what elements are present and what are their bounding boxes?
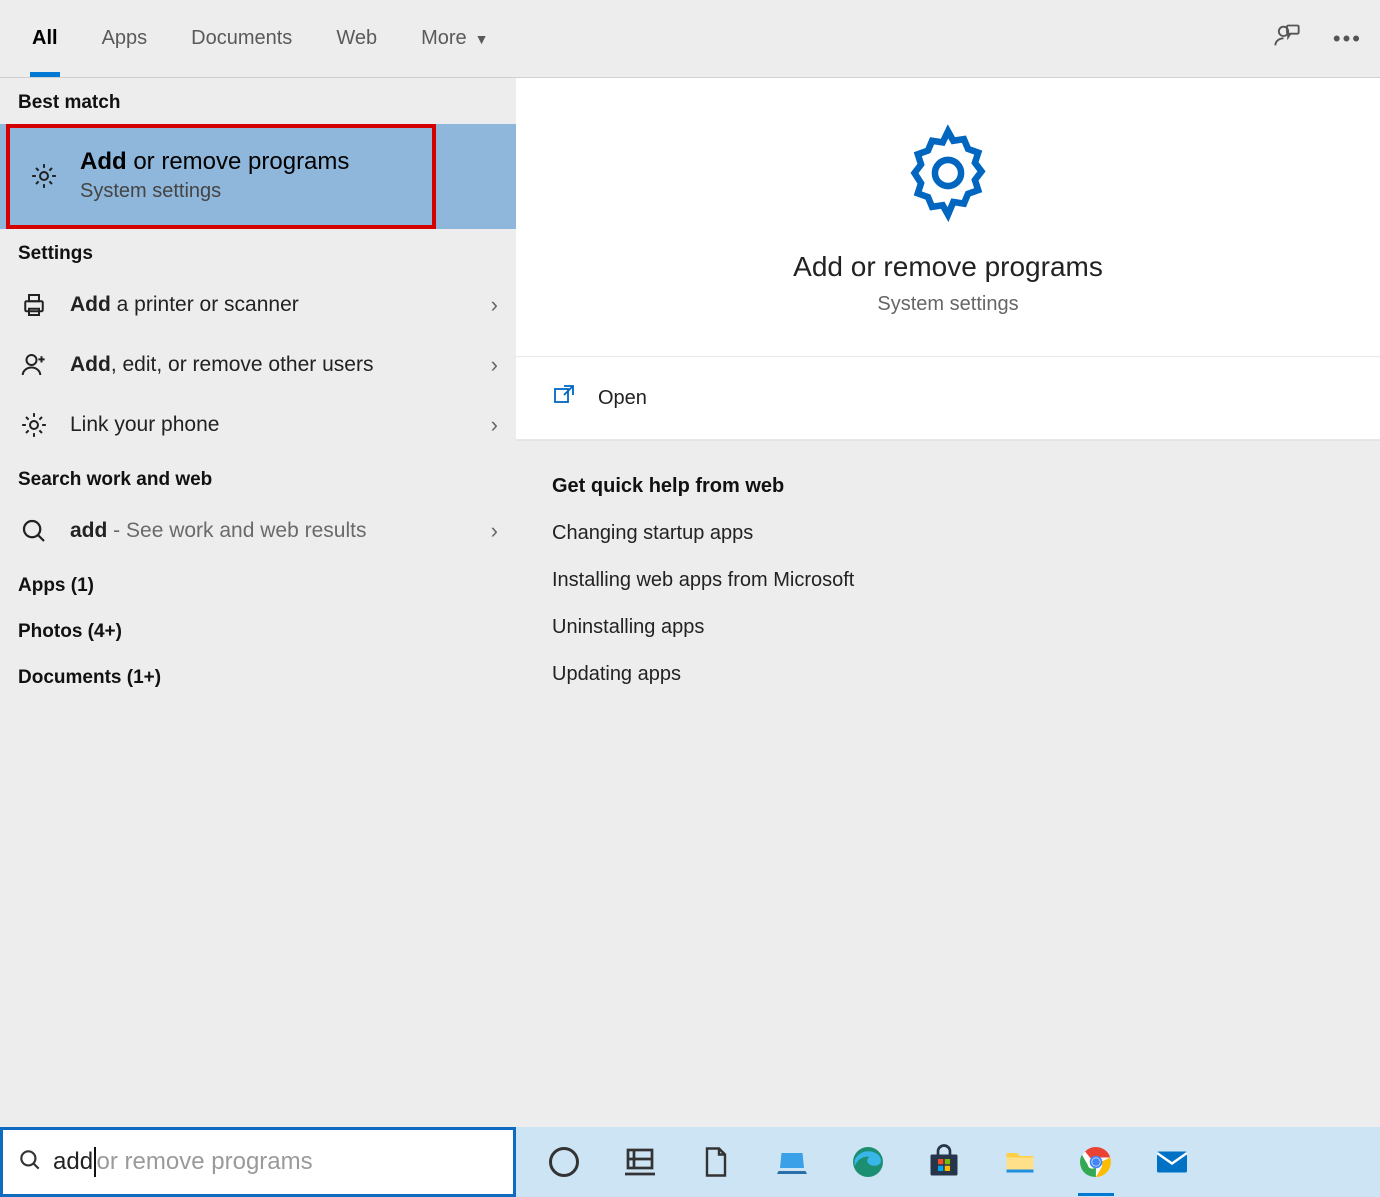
help-header: Get quick help from web — [552, 475, 1344, 498]
best-match-subtitle: System settings — [80, 180, 349, 203]
results-panel: Best match Add or remove programs System… — [0, 78, 516, 1127]
chevron-right-icon: › — [491, 292, 498, 318]
tab-more[interactable]: More▼ — [399, 0, 510, 77]
edge-icon[interactable] — [848, 1142, 888, 1182]
best-match-header: Best match — [0, 78, 516, 124]
web-result[interactable]: add - See work and web results › — [0, 501, 516, 561]
settings-result-link-phone[interactable]: Link your phone › — [0, 395, 516, 455]
open-label: Open — [598, 387, 647, 410]
mail-icon[interactable] — [1152, 1142, 1192, 1182]
tab-documents[interactable]: Documents — [169, 0, 314, 77]
more-options-icon[interactable]: ••• — [1333, 26, 1362, 52]
search-icon — [18, 515, 50, 547]
help-link[interactable]: Uninstalling apps — [552, 616, 1344, 639]
settings-result-users[interactable]: Add, edit, or remove other users › — [0, 335, 516, 395]
settings-result-printer[interactable]: Add a printer or scanner › — [0, 275, 516, 335]
chevron-down-icon: ▼ — [475, 31, 489, 47]
best-match-result[interactable]: Add or remove programs System settings — [0, 124, 516, 229]
search-web-header: Search work and web — [0, 455, 516, 501]
open-action[interactable]: Open — [516, 357, 1380, 440]
tab-web[interactable]: Web — [314, 0, 399, 77]
chevron-right-icon: › — [491, 412, 498, 438]
chrome-icon[interactable] — [1076, 1142, 1116, 1182]
libreoffice-icon[interactable] — [696, 1142, 736, 1182]
detail-title: Add or remove programs — [516, 251, 1380, 283]
documents-group-header[interactable]: Documents (1+) — [0, 653, 516, 699]
tab-all[interactable]: All — [10, 0, 80, 77]
result-label: Link your phone — [70, 413, 471, 437]
printer-icon — [18, 289, 50, 321]
search-box[interactable]: add or remove programs — [0, 1127, 516, 1197]
chevron-right-icon: › — [491, 352, 498, 378]
search-icon — [17, 1147, 43, 1178]
search-typed-text: add — [53, 1148, 93, 1176]
gear-icon — [899, 209, 997, 226]
microsoft-store-icon[interactable] — [924, 1142, 964, 1182]
file-explorer-icon[interactable] — [1000, 1142, 1040, 1182]
result-label: Add, edit, or remove other users — [70, 353, 471, 377]
task-view-icon[interactable] — [620, 1142, 660, 1182]
gear-icon — [18, 409, 50, 441]
help-link[interactable]: Installing web apps from Microsoft — [552, 569, 1344, 592]
text-cursor — [94, 1147, 96, 1177]
taskbar: add or remove programs — [0, 1127, 1380, 1197]
detail-panel: Add or remove programs System settings O… — [516, 78, 1380, 1127]
user-plus-icon — [18, 349, 50, 381]
apps-group-header[interactable]: Apps (1) — [0, 561, 516, 607]
gear-icon — [28, 160, 60, 192]
detail-subtitle: System settings — [516, 293, 1380, 316]
settings-header: Settings — [0, 229, 516, 275]
result-label: add - See work and web results — [70, 519, 471, 543]
search-filter-tabs: All Apps Documents Web More▼ ••• — [0, 0, 1380, 78]
photos-group-header[interactable]: Photos (4+) — [0, 607, 516, 653]
cortana-icon[interactable] — [544, 1142, 584, 1182]
laptop-app-icon[interactable] — [772, 1142, 812, 1182]
help-link[interactable]: Changing startup apps — [552, 522, 1344, 545]
search-suggestion-ghost: or remove programs — [97, 1148, 313, 1176]
open-icon — [552, 383, 576, 413]
chevron-right-icon: › — [491, 518, 498, 544]
best-match-title: Add or remove programs — [80, 148, 349, 176]
help-link[interactable]: Updating apps — [552, 663, 1344, 686]
result-label: Add a printer or scanner — [70, 293, 471, 317]
tab-apps[interactable]: Apps — [80, 0, 170, 77]
feedback-icon[interactable] — [1273, 22, 1301, 55]
